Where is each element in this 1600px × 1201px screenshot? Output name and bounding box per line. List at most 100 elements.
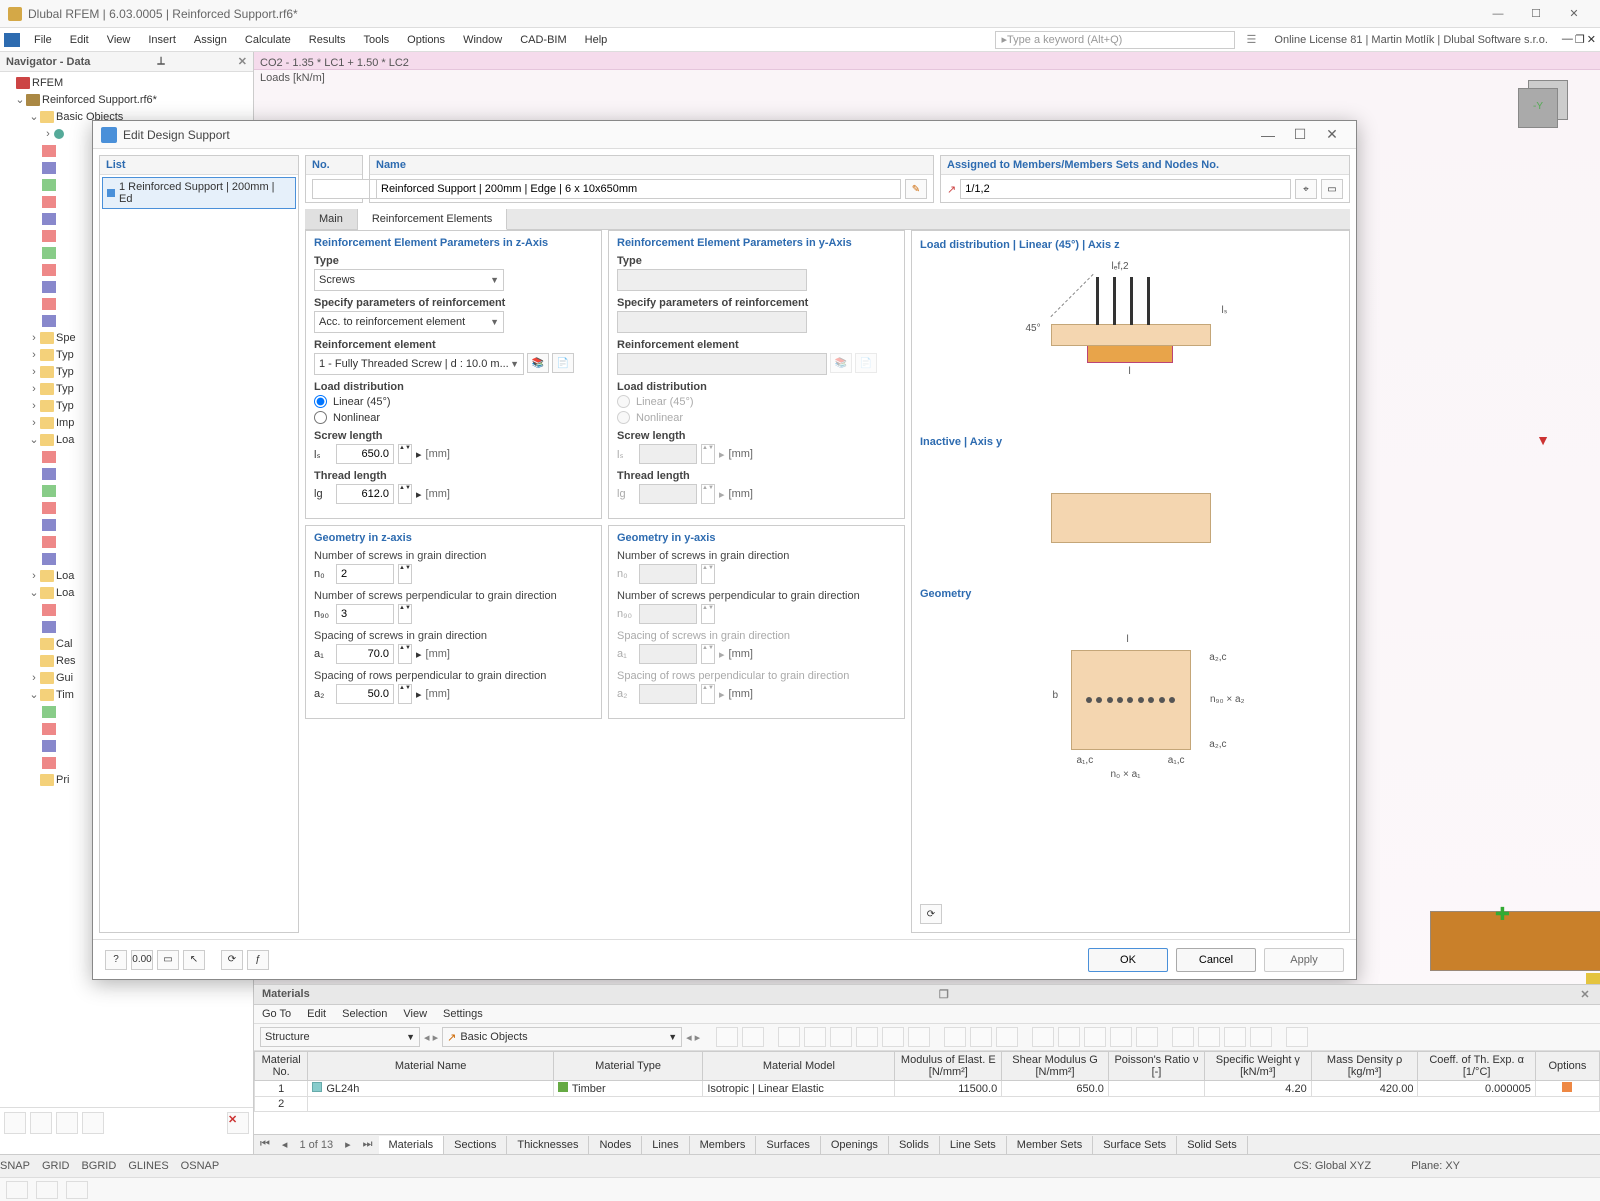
nav-tool-1[interactable] [4,1112,26,1134]
tab-solidsets[interactable]: Solid Sets [1177,1136,1248,1154]
tab-next[interactable]: ▸ [339,1135,357,1154]
menu-edit[interactable]: Edit [62,31,97,49]
thread-len-z-input[interactable] [336,484,394,504]
assigned-input[interactable] [960,179,1291,199]
menu-assign[interactable]: Assign [186,31,235,49]
col-thermal[interactable]: Coeff. of Th. Exp. α [1/°C] [1418,1052,1535,1081]
tab-solids[interactable]: Solids [889,1136,940,1154]
spinner[interactable]: ▲▼ [398,604,412,624]
radio-nonlinear-z[interactable] [314,411,327,424]
osnap-toggle[interactable]: OSNAP [181,1160,220,1172]
picker-icon[interactable]: ▸ [416,688,422,701]
bgrid-toggle[interactable]: BGRID [81,1160,116,1172]
mat-tool[interactable] [1058,1027,1080,1047]
mat-tool[interactable] [856,1027,878,1047]
type-z-select[interactable]: Screws▼ [314,269,504,291]
mat-menu-settings[interactable]: Settings [443,1008,483,1020]
materials-table[interactable]: Material No. Material Name Material Type… [254,1051,1600,1134]
col-density[interactable]: Mass Density ρ [kg/m³] [1311,1052,1418,1081]
mat-tool[interactable] [716,1027,738,1047]
mat-tool[interactable] [1172,1027,1194,1047]
tab-reinforcement-elements[interactable]: Reinforcement Elements [358,209,507,230]
list-item-selected[interactable]: 1 Reinforced Support | 200mm | Ed [102,177,296,209]
tree-item[interactable]: Tim [56,689,74,701]
menu-options[interactable]: Options [399,31,453,49]
minimize-button[interactable]: — [1480,4,1516,24]
panel-restore[interactable]: ❐ [937,988,951,1001]
mat-tool[interactable] [1286,1027,1308,1047]
tree-item[interactable]: Imp [56,417,74,429]
tree-file[interactable]: Reinforced Support.rf6* [42,94,157,106]
dialog-titlebar[interactable]: Edit Design Support — ☐ ✕ [93,121,1356,149]
apply-button[interactable]: Apply [1264,948,1344,972]
mat-tool[interactable] [742,1027,764,1047]
mat-tool[interactable] [882,1027,904,1047]
close-button[interactable]: ✕ [1556,4,1592,24]
tab-prev[interactable]: ◂ [276,1135,294,1154]
dialog-maximize[interactable]: ☐ [1284,126,1316,143]
col-shear[interactable]: Shear Modulus G [N/mm²] [1002,1052,1109,1081]
cancel-button[interactable]: Cancel [1176,948,1256,972]
picker-icon[interactable]: ▸ [416,648,422,661]
table-row[interactable]: 2 [255,1097,1600,1112]
nav-tool-delete[interactable]: ✕ [227,1112,249,1134]
nav-tool-4[interactable] [82,1112,104,1134]
mat-tool[interactable] [1250,1027,1272,1047]
nav-tool-3[interactable] [56,1112,78,1134]
keyword-search[interactable]: ▸ Type a keyword (Alt+Q) [995,31,1235,49]
radio-linear-z[interactable] [314,395,327,408]
mat-tool[interactable] [996,1027,1018,1047]
mat-tool[interactable] [970,1027,992,1047]
menu-cadbim[interactable]: CAD-BIM [512,31,574,49]
tree-item[interactable]: Cal [56,638,73,650]
tree-item[interactable]: Loa [56,570,74,582]
spinner[interactable]: ▲▼ [398,644,412,664]
table-row[interactable]: 1 GL24h Timber Isotropic | Linear Elasti… [255,1081,1600,1097]
mat-tool[interactable] [944,1027,966,1047]
doc-close[interactable]: ✕ [1587,33,1596,46]
n90-z-input[interactable] [336,604,394,624]
units-icon[interactable]: 0.00 [131,950,153,970]
mat-tool[interactable] [830,1027,852,1047]
tree-item[interactable]: Typ [56,400,74,412]
panel-close[interactable]: ✕ [1578,988,1592,1001]
element-new-icon[interactable]: 📄 [552,353,574,373]
spinner[interactable]: ▲▼ [398,444,412,464]
category-select[interactable]: ↗Basic Objects▼ [442,1027,682,1047]
refresh-icon[interactable]: ⟳ [221,950,243,970]
n0-z-input[interactable] [336,564,394,584]
a1-z-input[interactable] [336,644,394,664]
mat-menu-selection[interactable]: Selection [342,1008,387,1020]
tab-members[interactable]: Members [690,1136,757,1154]
menu-insert[interactable]: Insert [140,31,184,49]
pick-icon[interactable]: ↖ [183,950,205,970]
element-z-select[interactable]: 1 - Fully Threaded Screw | d : 10.0 m...… [314,353,524,375]
mat-tool[interactable] [1224,1027,1246,1047]
options-icon[interactable] [1562,1082,1572,1092]
mat-tool[interactable] [804,1027,826,1047]
tab-nodes[interactable]: Nodes [589,1136,642,1154]
tab-thicknesses[interactable]: Thicknesses [507,1136,589,1154]
mat-tool[interactable] [908,1027,930,1047]
dialog-minimize[interactable]: — [1252,127,1284,143]
menu-view[interactable]: View [99,31,139,49]
tab-surfaces[interactable]: Surfaces [756,1136,820,1154]
tree-item[interactable]: Gui [56,672,73,684]
col-no[interactable]: Material No. [255,1052,308,1081]
tab-membersets[interactable]: Member Sets [1007,1136,1093,1154]
edit-name-icon[interactable]: ✎ [905,179,927,199]
name-input[interactable] [376,179,901,199]
eye-icon[interactable] [36,1181,58,1199]
tree-item[interactable]: Typ [56,383,74,395]
maximize-button[interactable]: ☐ [1518,4,1554,24]
assign-select-icon[interactable]: ▭ [1321,179,1343,199]
col-modulus[interactable]: Modulus of Elast. E [N/mm²] [895,1052,1002,1081]
script-icon[interactable]: ƒ [247,950,269,970]
tab-lines[interactable]: Lines [642,1136,689,1154]
tab-sections[interactable]: Sections [444,1136,507,1154]
element-lib-icon[interactable]: 📚 [527,353,549,373]
tree-item[interactable]: Spe [56,332,76,344]
tab-surfacesets[interactable]: Surface Sets [1093,1136,1177,1154]
col-options[interactable]: Options [1535,1052,1599,1081]
menu-help[interactable]: Help [577,31,616,49]
